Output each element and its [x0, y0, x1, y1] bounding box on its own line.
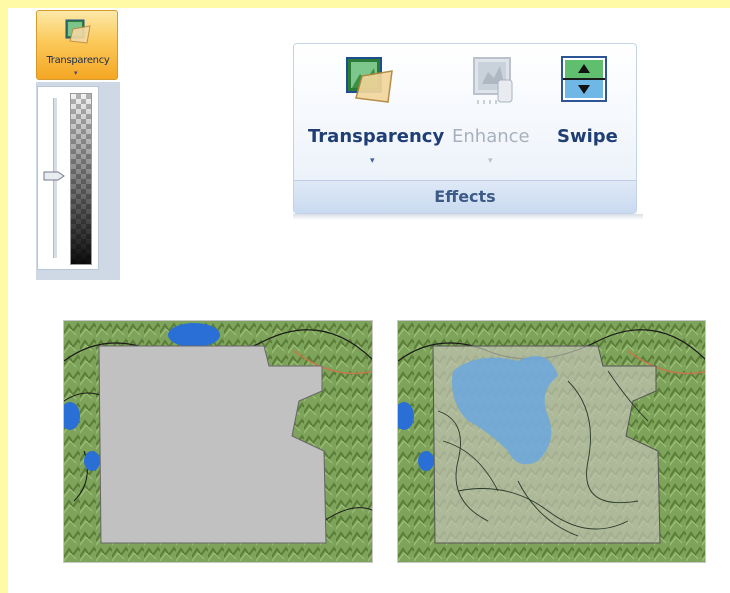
chevron-down-icon: ▾	[370, 156, 375, 166]
transparency-button-label: Transparency	[46, 55, 110, 66]
effects-group-label: Effects	[434, 187, 496, 206]
swipe-button-label: Swipe	[557, 126, 618, 147]
enhance-icon	[473, 57, 513, 104]
swipe-icon	[561, 56, 607, 102]
effects-ribbon-group: Transparency ▾ Enhance ▾ Swipe Effects	[293, 43, 637, 214]
chevron-down-icon: ▾	[74, 69, 78, 77]
ribbon-shadow	[293, 214, 643, 220]
map-opaque-layer[interactable]	[63, 320, 373, 563]
transparency-icon	[346, 57, 393, 103]
enhance-button-label: Enhance	[452, 126, 530, 147]
transparency-icon	[65, 19, 91, 44]
transparency-button-label: Transparency	[308, 126, 445, 147]
transparency-button[interactable]: Transparency ▾	[308, 44, 446, 174]
swipe-button[interactable]: Swipe	[557, 44, 621, 174]
ribbon-group-footer: Effects	[294, 180, 636, 213]
highlight-bar-top	[0, 0, 730, 8]
transparency-dropdown-button[interactable]: Transparency ▾	[36, 10, 118, 80]
transparency-slider-thumb[interactable]	[43, 171, 65, 181]
transparency-gradient-scale	[70, 93, 92, 265]
highlight-bar-left	[0, 0, 8, 593]
chevron-down-icon: ▾	[488, 156, 493, 166]
enhance-button[interactable]: Enhance ▾	[452, 44, 544, 174]
map-transparent-layer[interactable]	[397, 320, 706, 563]
